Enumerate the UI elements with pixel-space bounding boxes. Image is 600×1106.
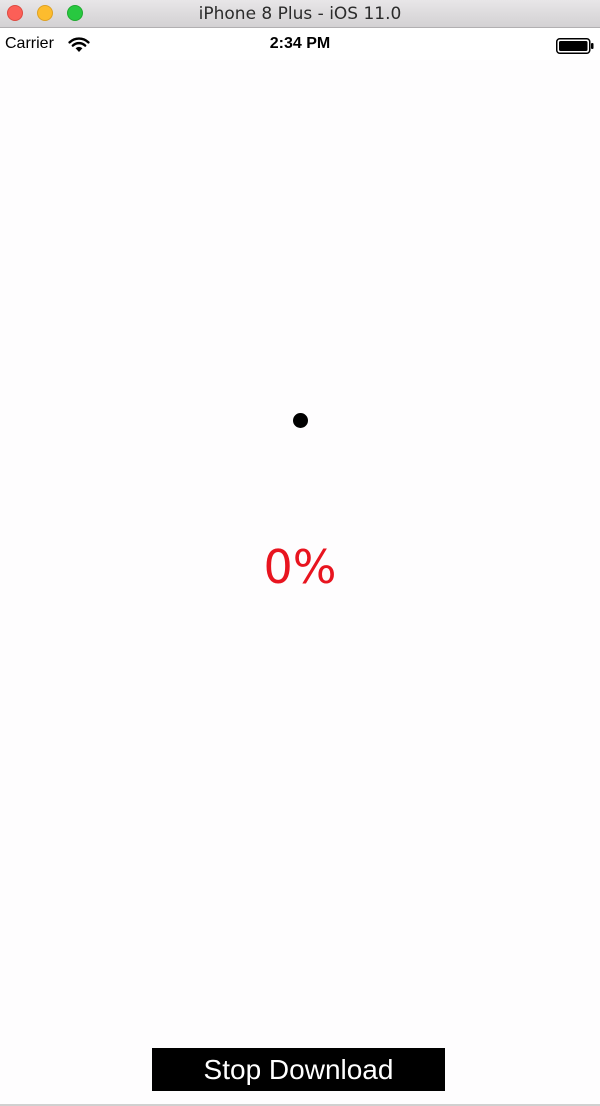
stop-download-button[interactable]: Stop Download xyxy=(152,1048,445,1091)
battery-icon xyxy=(556,38,594,54)
simulator-title-bar: iPhone 8 Plus - iOS 11.0 xyxy=(0,0,600,28)
app-content: 0% Stop Download xyxy=(0,60,600,1106)
ios-status-bar: Carrier 2:34 PM xyxy=(0,28,600,60)
progress-percent-label: 0% xyxy=(263,540,337,594)
status-time: 2:34 PM xyxy=(269,35,331,52)
progress-indicator xyxy=(293,413,308,428)
window-title: iPhone 8 Plus - iOS 11.0 xyxy=(198,4,402,24)
